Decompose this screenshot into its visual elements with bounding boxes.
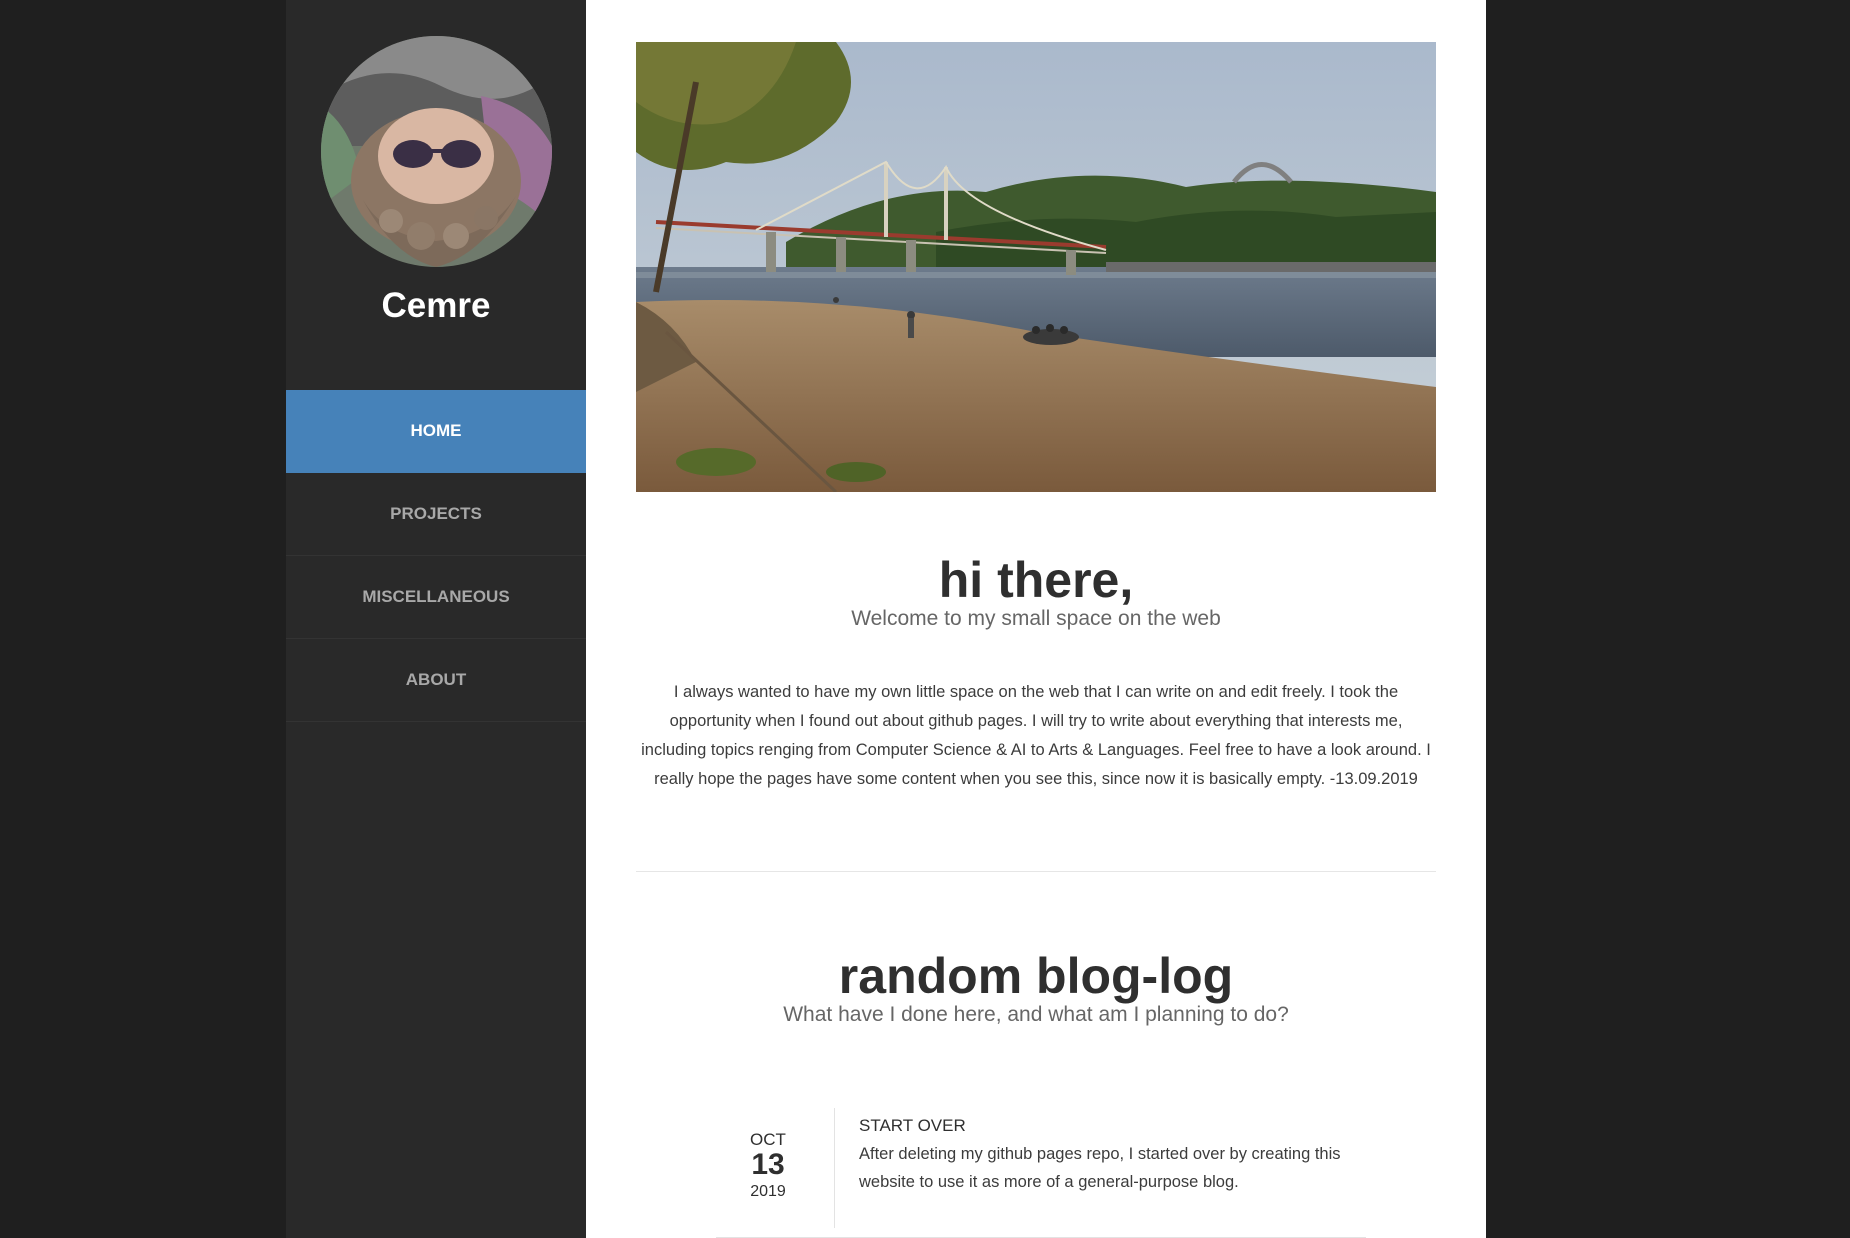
blog-post[interactable]: OCT 13 2019 START OVER After deleting my… <box>716 1108 1366 1228</box>
main-nav: HOME PROJECTS MISCELLANEOUS ABOUT <box>286 390 586 722</box>
post-title-link[interactable]: START OVER <box>859 1114 1359 1138</box>
page: Cemre HOME PROJECTS MISCELLANEOUS ABOUT <box>0 0 1850 1238</box>
intro-body: I always wanted to have my own little sp… <box>641 683 1431 788</box>
avatar-photo <box>321 36 552 267</box>
intro-subtitle: Welcome to my small space on the web <box>851 607 1221 630</box>
nav-item-home[interactable]: HOME <box>286 390 586 473</box>
site-name[interactable]: Cemre <box>286 282 586 330</box>
sidebar: Cemre HOME PROJECTS MISCELLANEOUS ABOUT <box>286 0 586 1238</box>
post-date-separator <box>834 1108 835 1228</box>
hero-image <box>636 42 1436 492</box>
nav-item-miscellaneous[interactable]: MISCELLANEOUS <box>286 556 586 639</box>
section-divider <box>636 871 1436 872</box>
post-day: 13 <box>751 1148 785 1181</box>
intro-title: hi there, <box>938 552 1134 608</box>
blog-title: random blog-log <box>838 948 1234 1004</box>
riverbank-bridge-photo <box>636 42 1436 492</box>
blog-subtitle: What have I done here, and what am I pla… <box>783 1003 1289 1026</box>
post-month: OCT <box>750 1130 786 1149</box>
post-excerpt: After deleting my github pages repo, I s… <box>859 1145 1341 1191</box>
post-year: 2019 <box>750 1183 786 1200</box>
nav-item-projects[interactable]: PROJECTS <box>286 473 586 556</box>
nav-item-about[interactable]: ABOUT <box>286 639 586 722</box>
post-date: OCT 13 2019 <box>716 1130 820 1204</box>
avatar[interactable] <box>321 36 552 267</box>
post-body: START OVER After deleting my github page… <box>859 1114 1359 1196</box>
main-content: hi there, Welcome to my small space on t… <box>586 0 1486 1238</box>
